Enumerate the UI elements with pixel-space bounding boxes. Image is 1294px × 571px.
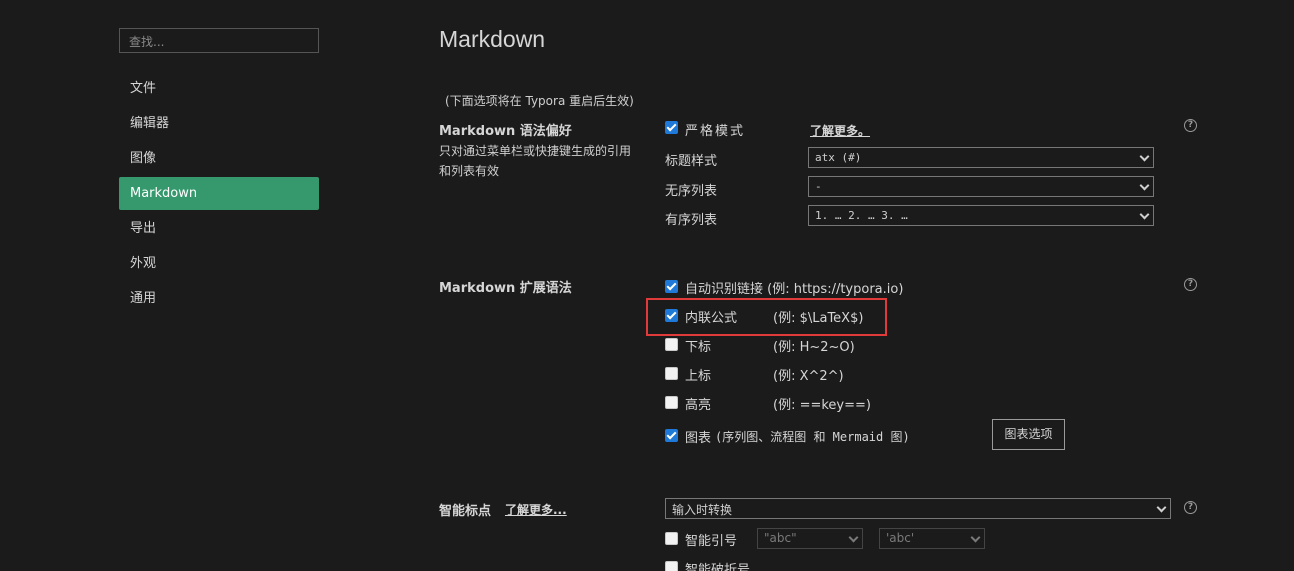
sidebar-item-image[interactable]: 图像 — [119, 142, 319, 175]
ext-syntax-title: Markdown 扩展语法 — [439, 281, 572, 296]
help-icon[interactable]: ? — [1184, 119, 1197, 132]
heading-style-select[interactable]: atx (#) — [808, 147, 1154, 168]
diagrams-label: 图表 — [685, 431, 712, 446]
strict-mode-label: 严格模式 — [685, 124, 746, 139]
syntax-pref-title: Markdown 语法偏好 — [439, 124, 572, 139]
sidebar-nav: 文件 编辑器 图像 Markdown 导出 外观 通用 — [119, 72, 319, 317]
page-title: Markdown — [439, 26, 546, 52]
smart-punct-title: 智能标点 — [439, 504, 492, 519]
smart-quotes-label: 智能引号 — [685, 534, 738, 549]
ordered-list-value: 1. … 2. … 3. … — [815, 209, 908, 222]
auto-link-checkbox[interactable] — [665, 280, 678, 293]
inline-math-label: 内联公式 — [685, 311, 738, 326]
heading-style-value: atx (#) — [815, 151, 862, 164]
sidebar-item-markdown[interactable]: Markdown — [119, 177, 319, 210]
chart-options-button[interactable]: 图表选项 — [992, 419, 1065, 450]
double-quote-select[interactable]: "abc" — [757, 528, 863, 549]
chevron-down-icon — [848, 532, 859, 543]
smart-punct-mode-value: 输入时转换 — [672, 503, 733, 517]
smart-punct-mode-select[interactable]: 输入时转换 — [665, 498, 1171, 519]
unordered-list-value: - — [815, 180, 822, 193]
chevron-down-icon — [1156, 502, 1167, 513]
strict-mode-checkbox[interactable] — [665, 121, 678, 134]
subscript-checkbox[interactable] — [665, 338, 678, 351]
heading-style-label: 标题样式 — [665, 154, 718, 169]
smart-punct-learn-more-link[interactable]: 了解更多... — [505, 501, 567, 518]
smart-quotes-checkbox[interactable] — [665, 532, 678, 545]
inline-math-checkbox[interactable] — [665, 309, 678, 322]
syntax-pref-desc: 只对通过菜单栏或快捷键生成的引用和列表有效 — [439, 144, 632, 178]
diagrams-checkbox[interactable] — [665, 429, 678, 442]
superscript-label: 上标 — [685, 369, 712, 384]
sidebar-item-appearance[interactable]: 外观 — [119, 247, 319, 280]
single-quote-select[interactable]: 'abc' — [879, 528, 985, 549]
chevron-down-icon — [1139, 151, 1150, 162]
superscript-checkbox[interactable] — [665, 367, 678, 380]
help-icon[interactable]: ? — [1184, 278, 1197, 291]
chevron-down-icon — [970, 532, 981, 543]
subscript-example: (例: H~2~O) — [773, 340, 855, 355]
chevron-down-icon — [1139, 180, 1150, 191]
highlight-syntax-checkbox[interactable] — [665, 396, 678, 409]
ordered-list-label: 有序列表 — [665, 213, 718, 228]
inline-math-example: (例: $\LaTeX$) — [773, 311, 864, 326]
unordered-list-select[interactable]: - — [808, 176, 1154, 197]
highlight-syntax-label: 高亮 — [685, 398, 712, 413]
sidebar-item-general[interactable]: 通用 — [119, 282, 319, 315]
double-quote-value: "abc" — [764, 531, 797, 545]
highlight-syntax-example: (例: ==key==) — [773, 398, 871, 413]
chevron-down-icon — [1139, 209, 1150, 220]
superscript-example: (例: X^2^) — [773, 369, 844, 384]
ordered-list-select[interactable]: 1. … 2. … 3. … — [808, 205, 1154, 226]
sidebar-item-file[interactable]: 文件 — [119, 72, 319, 105]
unordered-list-label: 无序列表 — [665, 184, 718, 199]
single-quote-value: 'abc' — [886, 531, 915, 545]
auto-link-label: 自动识别链接 (例: https://typora.io) — [685, 282, 904, 297]
strict-learn-more-link[interactable]: 了解更多。 — [810, 122, 870, 139]
search-input[interactable]: 查找... — [119, 28, 319, 53]
smart-dash-checkbox[interactable] — [665, 561, 678, 571]
diagrams-example: (序列图、流程图 和 Mermaid 图) — [715, 430, 910, 444]
sidebar-item-editor[interactable]: 编辑器 — [119, 107, 319, 140]
restart-note: (下面选项将在 Typora 重启后生效) — [445, 94, 634, 108]
help-icon[interactable]: ? — [1184, 501, 1197, 514]
subscript-label: 下标 — [685, 340, 712, 355]
sidebar-item-export[interactable]: 导出 — [119, 212, 319, 245]
smart-dash-label: 智能破折号 — [685, 563, 751, 571]
